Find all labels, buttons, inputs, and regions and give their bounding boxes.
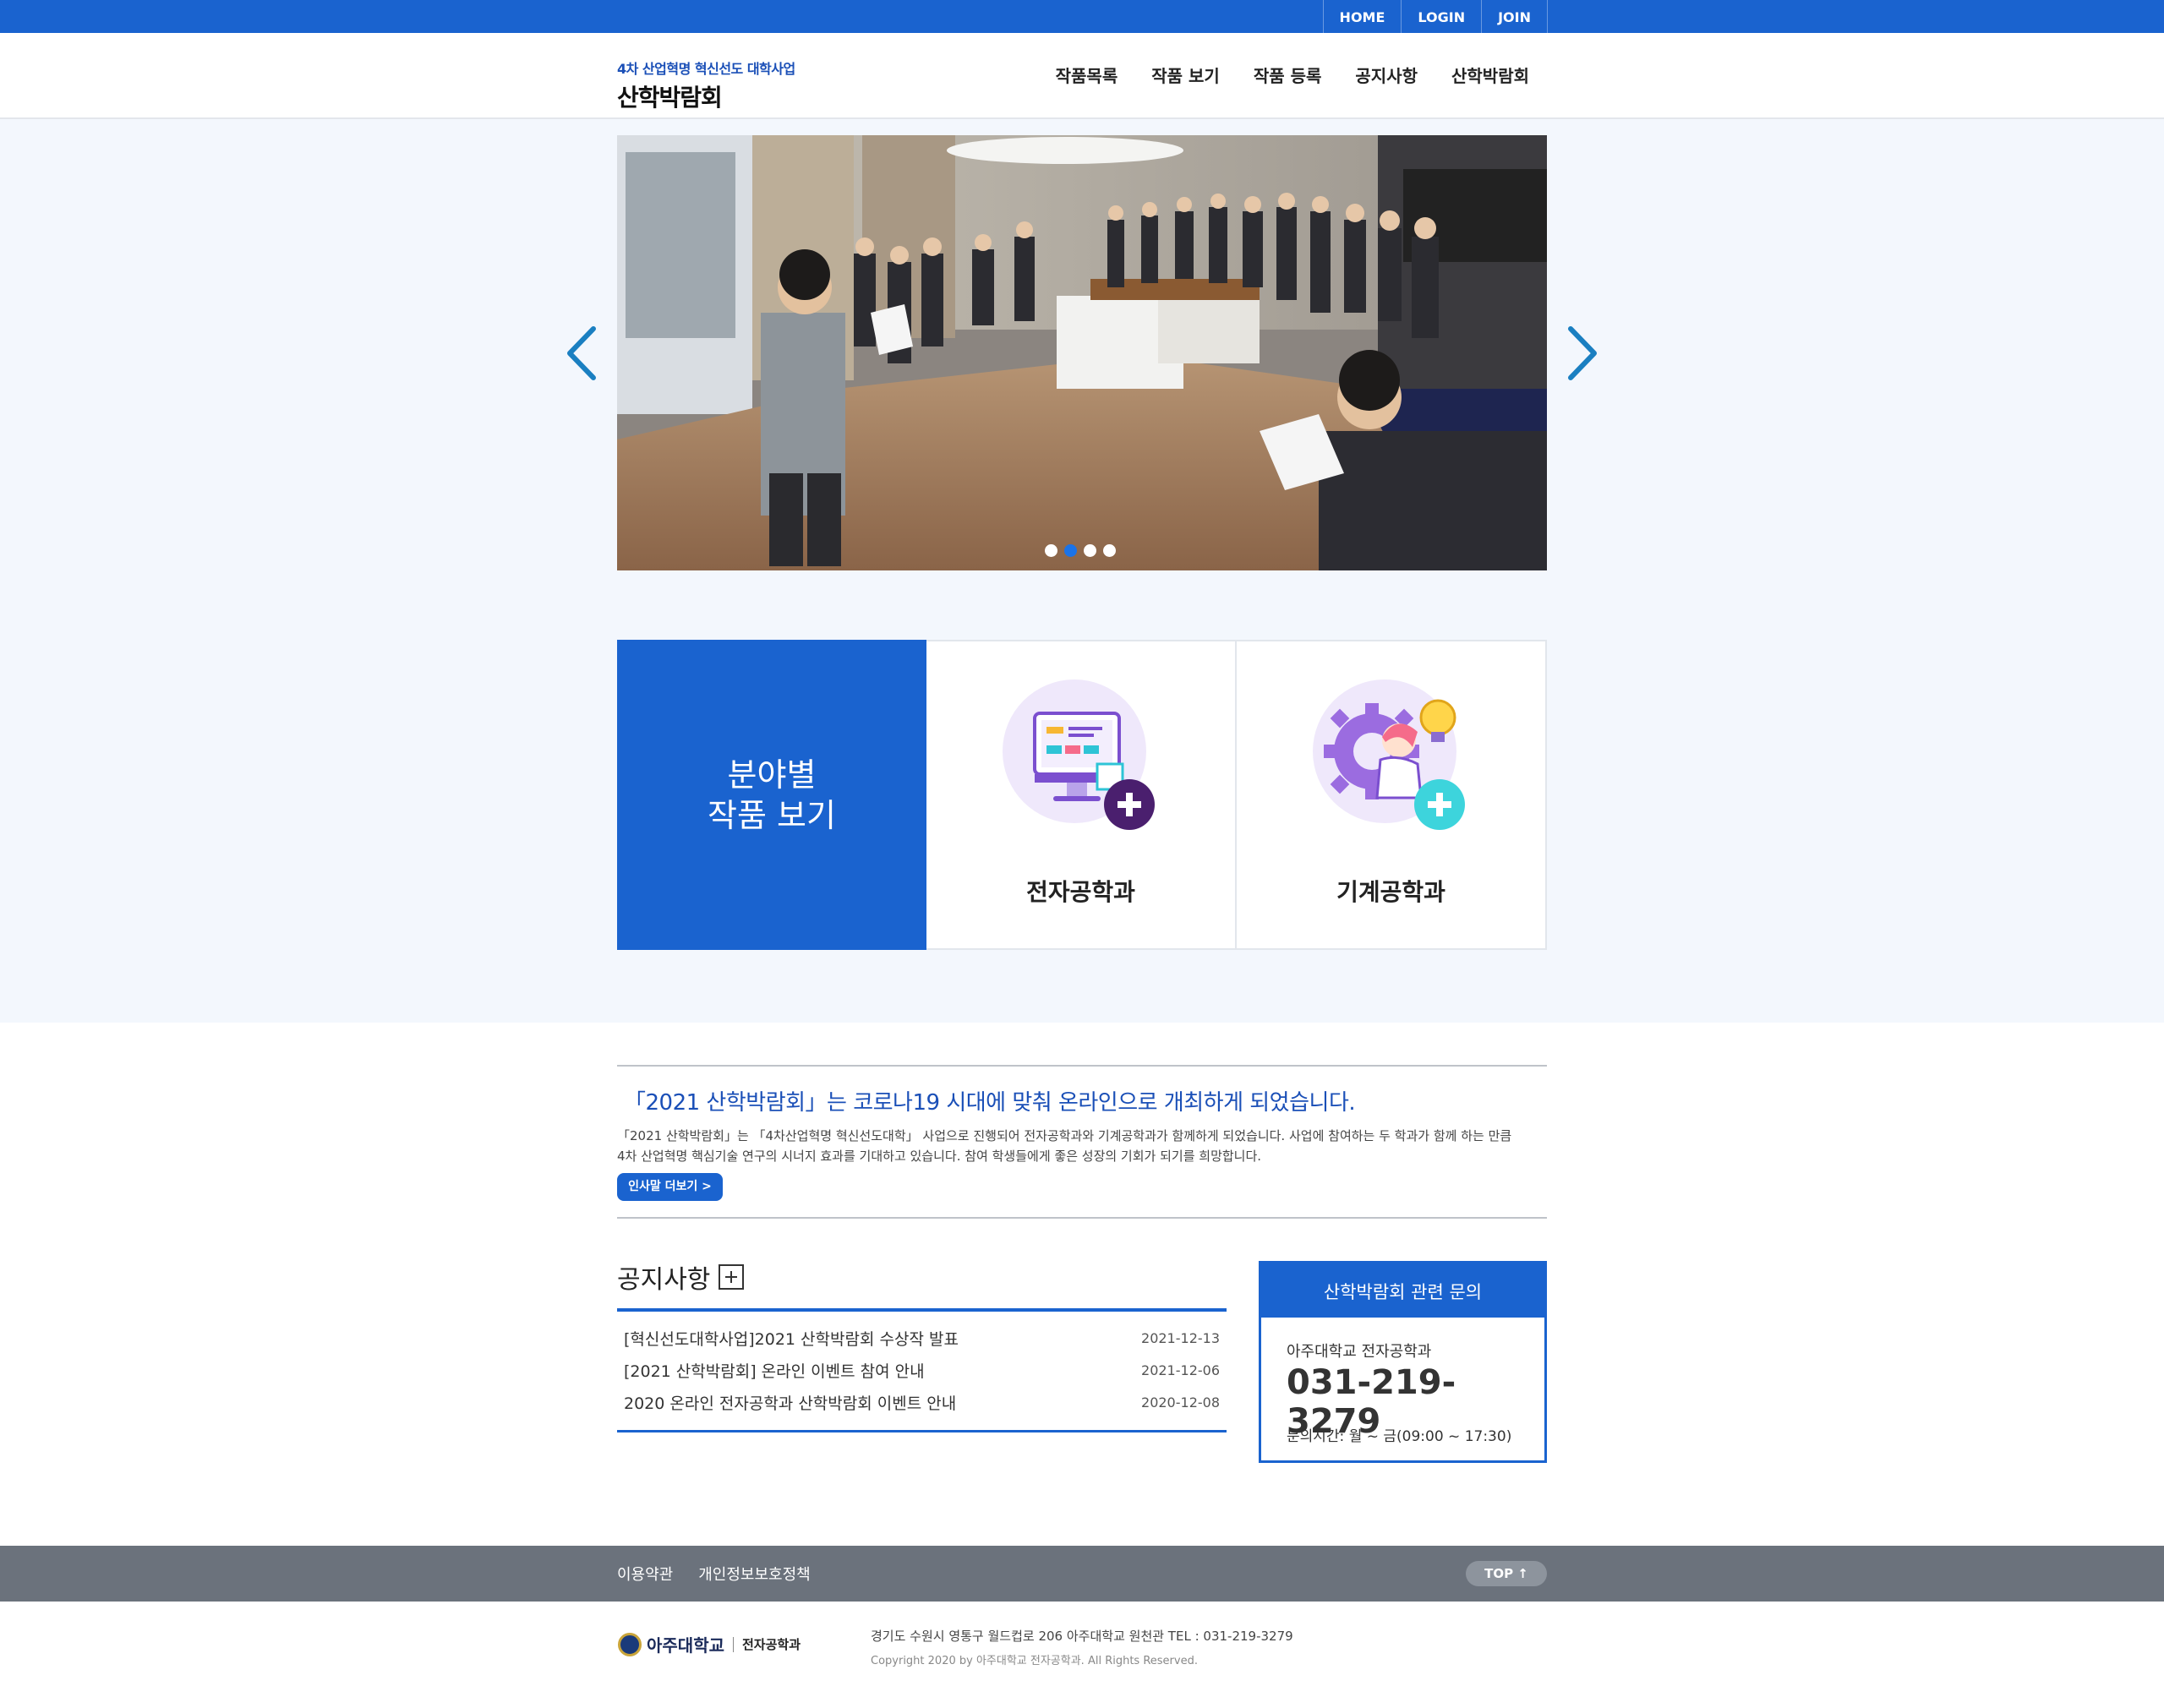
category-heading: 분야별 작품 보기 xyxy=(617,640,926,950)
nav-item-work-view[interactable]: 작품 보기 xyxy=(1151,63,1220,87)
notice-item-title: [2021 산학박람회] 온라인 이벤트 참여 안내 xyxy=(624,1361,925,1381)
notice-list: [혁신선도대학사업]2021 산학박람회 수상작 발표 2021-12-13 [… xyxy=(617,1308,1227,1432)
top-utility-bar: HOME LOGIN JOIN xyxy=(0,0,2164,33)
category-mechanical-label: 기계공학과 xyxy=(1336,878,1445,906)
greeting-heading: 「2021 산학박람회」는 코로나19 시대에 맞춰 온라인으로 개최하게 되었… xyxy=(624,1090,1356,1116)
scroll-top-button[interactable]: TOP ↑ xyxy=(1466,1561,1547,1586)
notice-more-plus-icon[interactable] xyxy=(719,1264,745,1290)
footer-info: 경기도 수원시 영통구 월드컵로 206 아주대학교 원천관 TEL : 031… xyxy=(871,1627,1293,1667)
contact-box: 산학박람회 관련 문의 아주대학교 전자공학과 031-219-3279 문의시… xyxy=(1259,1261,1547,1463)
category-heading-line1: 분야별 xyxy=(727,756,817,794)
notice-item-date: 2020-12-08 xyxy=(1141,1394,1220,1411)
login-link[interactable]: LOGIN xyxy=(1401,0,1481,33)
contact-dept: 아주대학교 전자공학과 xyxy=(1287,1343,1432,1361)
main-nav: 작품목록 작품 보기 작품 등록 공지사항 산학박람회 xyxy=(1022,63,1529,87)
category-mechanical[interactable]: 기계공학과 xyxy=(1237,640,1547,950)
slider-next-arrow-icon[interactable] xyxy=(1566,325,1599,381)
slider-dot-active[interactable] xyxy=(1064,544,1077,557)
nav-item-notice[interactable]: 공지사항 xyxy=(1355,63,1418,87)
footer-links: 이용약관 개인정보보호정책 xyxy=(617,1546,836,1602)
nav-item-work-list[interactable]: 작품목록 xyxy=(1056,63,1118,87)
slider-dot[interactable] xyxy=(1103,544,1116,557)
site-header: 4차 산업혁명 혁신선도 대학사업 산학박람회 작품목록 작품 보기 작품 등록… xyxy=(0,33,2164,119)
footer-logo-dept: 전자공학과 xyxy=(742,1637,801,1652)
category-electronics[interactable]: 전자공학과 xyxy=(926,640,1237,950)
list-item[interactable]: [2021 산학박람회] 온라인 이벤트 참여 안내 2021-12-06 xyxy=(617,1354,1227,1386)
greeting-body: 「2021 산학박람회」는 「4차산업혁명 혁신선도대학」 사업으로 진행되어 … xyxy=(617,1128,1512,1164)
footer-logo-divider xyxy=(733,1636,734,1652)
utility-links: HOME LOGIN JOIN xyxy=(1322,0,1548,33)
list-item[interactable]: [혁신선도대학사업]2021 산학박람회 수상작 발표 2021-12-13 xyxy=(617,1322,1227,1354)
gear-idea-icon xyxy=(1313,679,1465,830)
footer-bar: 이용약관 개인정보보호정책 TOP ↑ xyxy=(0,1546,2164,1602)
notice-board: 공지사항 [혁신선도대학사업]2021 산학박람회 수상작 발표 2021-12… xyxy=(617,1259,1227,1432)
notice-item-title: 2020 온라인 전자공학과 산학박람회 이벤트 안내 xyxy=(624,1394,957,1413)
logo-title: 산학박람회 xyxy=(617,84,723,112)
category-electronics-label: 전자공학과 xyxy=(1026,878,1135,906)
greeting-section: 「2021 산학박람회」는 코로나19 시대에 맞춰 온라인으로 개최하게 되었… xyxy=(617,1065,1547,1219)
site-footer: 아주대학교 전자공학과 경기도 수원시 영통구 월드컵로 206 아주대학교 원… xyxy=(0,1602,2164,1708)
footer-logo: 아주대학교 전자공학과 xyxy=(618,1632,801,1656)
nav-item-fair[interactable]: 산학박람회 xyxy=(1451,63,1529,87)
privacy-link[interactable]: 개인정보보호정책 xyxy=(698,1563,810,1585)
notice-title: 공지사항 xyxy=(617,1265,711,1295)
list-item[interactable]: 2020 온라인 전자공학과 산학박람회 이벤트 안내 2020-12-08 xyxy=(617,1386,1227,1418)
slider-pagination xyxy=(1045,544,1116,557)
slider-prev-arrow-icon[interactable] xyxy=(565,325,598,381)
terms-link[interactable]: 이용약관 xyxy=(617,1563,673,1585)
nav-item-work-register[interactable]: 작품 등록 xyxy=(1254,63,1322,87)
home-link[interactable]: HOME xyxy=(1322,0,1402,33)
slider-dot[interactable] xyxy=(1084,544,1096,557)
image-slider xyxy=(617,135,1547,570)
notice-item-title: [혁신선도대학사업]2021 산학박람회 수상작 발표 xyxy=(624,1329,959,1349)
notice-item-date: 2021-12-06 xyxy=(1141,1361,1220,1378)
footer-copyright: Copyright 2020 by 아주대학교 전자공학과. All Right… xyxy=(871,1655,1198,1667)
category-boxes: 분야별 작품 보기 전자공학과 기계공학과 xyxy=(617,640,1547,950)
category-heading-line2: 작품 보기 xyxy=(708,796,836,834)
join-link[interactable]: JOIN xyxy=(1481,0,1548,33)
logo-subtitle: 4차 산업혁명 혁신선도 대학사업 xyxy=(617,61,795,77)
footer-address: 경기도 수원시 영통구 월드컵로 206 아주대학교 원천관 TEL : 031… xyxy=(871,1629,1293,1644)
computer-icon xyxy=(1003,679,1155,830)
contact-title: 산학박람회 관련 문의 xyxy=(1261,1263,1544,1318)
footer-logo-name: 아주대학교 xyxy=(647,1635,724,1656)
slide-photo xyxy=(617,135,1547,570)
slider-dot[interactable] xyxy=(1045,544,1057,557)
notice-header: 공지사항 xyxy=(617,1259,1227,1295)
university-emblem-icon xyxy=(618,1632,642,1656)
site-logo[interactable]: 4차 산업혁명 혁신선도 대학사업 산학박람회 xyxy=(617,57,795,113)
greeting-more-button[interactable]: 인사말 더보기 > xyxy=(617,1173,723,1201)
contact-hours: 문의시간: 월 ~ 금(09:00 ~ 17:30) xyxy=(1287,1428,1512,1445)
notice-item-date: 2021-12-13 xyxy=(1141,1329,1220,1346)
